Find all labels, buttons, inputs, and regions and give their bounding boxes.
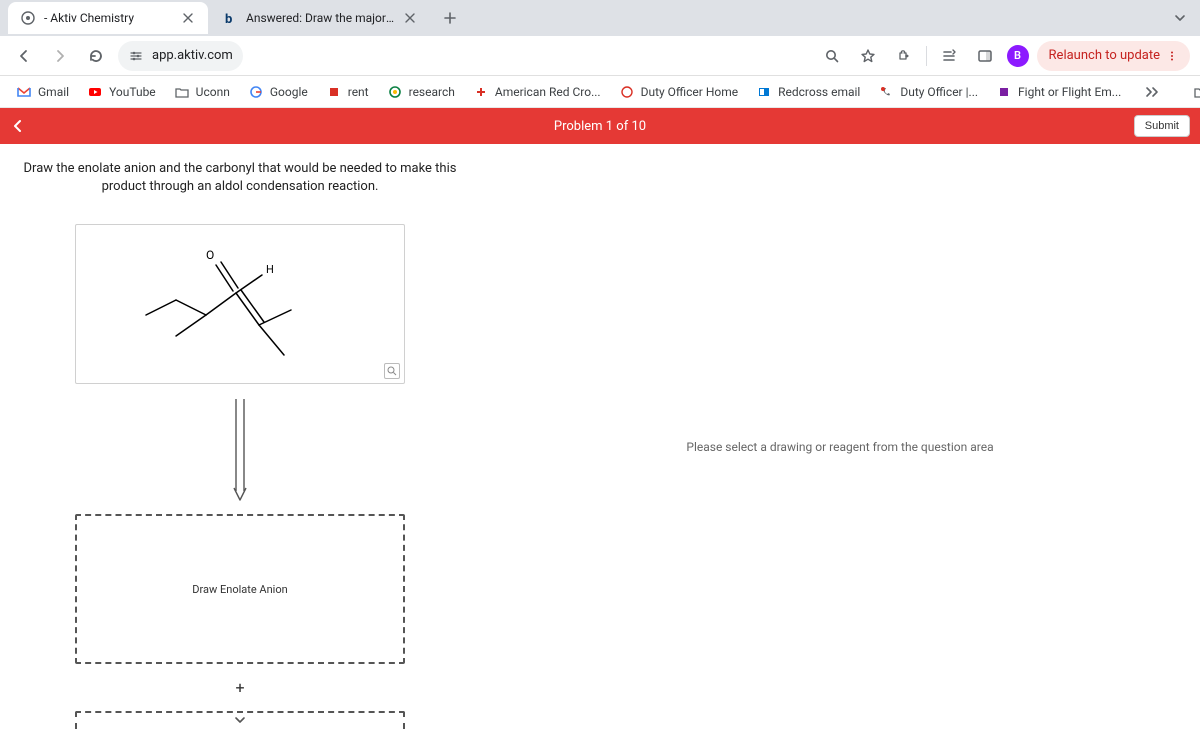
browser-chrome: - Aktiv Chemistry b Answered: Draw the m… (0, 0, 1200, 108)
aktiv-favicon (20, 10, 36, 26)
bookmark-label: Google (270, 85, 308, 99)
reading-list-icon[interactable] (935, 42, 963, 70)
plus-separator: + (235, 678, 244, 697)
more-icon (1166, 50, 1178, 62)
bookmark-duty-home[interactable]: Duty Officer Home (613, 80, 745, 104)
close-icon[interactable] (180, 10, 196, 26)
draw-enolate-box[interactable]: Draw Enolate Anion (75, 514, 405, 664)
bookmark-rent[interactable]: rent (320, 80, 375, 104)
rent-icon (326, 84, 342, 100)
atom-h-label: H (266, 263, 274, 276)
folder-icon (1193, 84, 1200, 100)
profile-avatar[interactable]: B (1007, 45, 1029, 67)
bookmark-label: rent (348, 85, 369, 99)
bookmark-label: Uconn (196, 85, 230, 99)
tab-bartleby[interactable]: b Answered: Draw the major pr (210, 2, 430, 34)
molecule-drawing: O H (76, 225, 406, 385)
chevron-down-icon (233, 715, 247, 731)
bookmark-fight-flight[interactable]: Fight or Flight Em... (990, 80, 1127, 104)
atom-o-label: O (206, 248, 214, 262)
duty-icon (619, 84, 635, 100)
workspace-placeholder: Please select a drawing or reagent from … (686, 440, 993, 454)
folder-icon (174, 84, 190, 100)
tab-strip: - Aktiv Chemistry b Answered: Draw the m… (0, 0, 1200, 36)
bartleby-favicon: b (222, 10, 238, 26)
profile-initial: B (1014, 49, 1021, 62)
forward-button[interactable] (46, 42, 74, 70)
tab-aktiv[interactable]: - Aktiv Chemistry (8, 2, 208, 34)
search-icon[interactable] (818, 42, 846, 70)
redcross-icon (473, 84, 489, 100)
new-tab-button[interactable] (436, 4, 464, 32)
enolate-label: Draw Enolate Anion (192, 583, 287, 596)
address-bar[interactable]: app.aktiv.com (118, 41, 243, 71)
bookmark-label: Gmail (38, 85, 69, 99)
bookmark-label: Fight or Flight Em... (1018, 85, 1121, 99)
close-icon[interactable] (402, 10, 418, 26)
app-header: Problem 1 of 10 Submit (0, 108, 1200, 144)
tab-title: - Aktiv Chemistry (44, 11, 172, 25)
bookmark-youtube[interactable]: YouTube (81, 80, 162, 104)
question-prompt: Draw the enolate anion and the carbonyl … (20, 160, 460, 196)
zoom-icon[interactable] (384, 363, 400, 379)
relaunch-button[interactable]: Relaunch to update (1037, 41, 1190, 71)
side-panel-icon[interactable] (971, 42, 999, 70)
all-bookmarks[interactable]: All Bookmarks (1187, 80, 1200, 104)
content-area: Draw the enolate anion and the carbonyl … (0, 144, 1200, 750)
phone-icon (878, 84, 894, 100)
url-text: app.aktiv.com (152, 48, 233, 63)
bookmark-redcross[interactable]: American Red Cro... (467, 80, 607, 104)
tab-title: Answered: Draw the major pr (246, 11, 394, 25)
bookmark-label: research (409, 85, 455, 99)
problem-counter: Problem 1 of 10 (554, 119, 646, 134)
bookmark-google[interactable]: Google (242, 80, 314, 104)
relaunch-label: Relaunch to update (1049, 48, 1160, 63)
reload-button[interactable] (82, 42, 110, 70)
submit-label: Submit (1145, 120, 1179, 132)
bookmark-label: Duty Officer Home (641, 85, 739, 99)
svg-text:b: b (225, 12, 232, 25)
bookmark-label: YouTube (109, 85, 156, 99)
product-structure-box[interactable]: O H (75, 224, 405, 384)
bookmarks-bar: Gmail YouTube Uconn Google rent research… (0, 76, 1200, 108)
gmail-icon (16, 84, 32, 100)
youtube-icon (87, 84, 103, 100)
bookmark-label: Duty Officer |... (900, 85, 978, 99)
outlook-icon (756, 84, 772, 100)
bookmark-label: American Red Cro... (495, 85, 601, 99)
bookmark-duty-officer[interactable]: Duty Officer |... (872, 80, 984, 104)
chevron-down-icon[interactable] (1168, 6, 1192, 30)
submit-button[interactable]: Submit (1134, 115, 1190, 137)
bookmark-gmail[interactable]: Gmail (10, 80, 75, 104)
extensions-icon[interactable] (890, 42, 918, 70)
fight-icon (996, 84, 1012, 100)
site-settings-icon[interactable] (128, 48, 144, 64)
workspace-pane: Please select a drawing or reagent from … (480, 144, 1200, 750)
research-icon (387, 84, 403, 100)
bookmark-research[interactable]: research (381, 80, 461, 104)
google-icon (248, 84, 264, 100)
bookmarks-overflow[interactable] (1139, 80, 1167, 104)
bookmark-label: Redcross email (778, 85, 860, 99)
toolbar: app.aktiv.com B Relaunch to update (0, 36, 1200, 76)
bookmark-redcross-email[interactable]: Redcross email (750, 80, 866, 104)
bookmark-uconn[interactable]: Uconn (168, 80, 236, 104)
back-button[interactable] (10, 42, 38, 70)
app-back-button[interactable] (0, 108, 36, 144)
question-pane: Draw the enolate anion and the carbonyl … (0, 144, 480, 750)
draw-carbonyl-box-peek[interactable] (75, 711, 405, 729)
reaction-arrow-icon (230, 394, 250, 504)
bookmark-star-icon[interactable] (854, 42, 882, 70)
